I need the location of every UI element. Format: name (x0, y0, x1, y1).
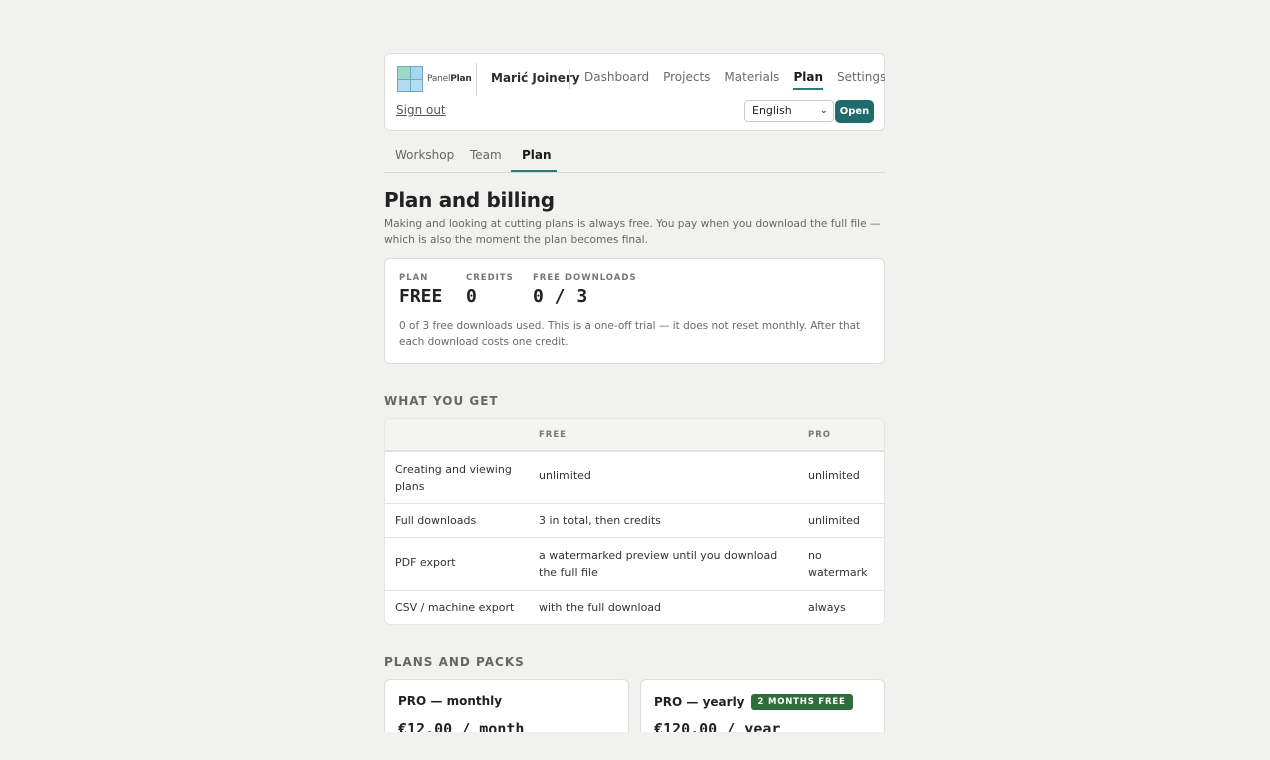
workspace-name: Marić Joinery (491, 71, 580, 85)
cell-pro: always (808, 601, 846, 614)
settings-tabs: Workshop Team Plan (384, 142, 885, 173)
table-header: FREE PRO (385, 419, 884, 451)
plan-card-monthly[interactable]: PRO — monthly €12.00 / month (384, 679, 629, 732)
cell-pro: unlimited (808, 514, 860, 527)
plan-status-card: PLAN FREE CREDITS 0 FREE DOWNLOADS 0 / 3… (384, 258, 885, 364)
cell-feature: PDF export (395, 556, 456, 569)
main-nav: Dashboard Projects Materials Plan Settin… (584, 70, 885, 90)
table-row: CSV / machine export with the full downl… (385, 590, 884, 624)
discount-badge: 2 MONTHS FREE (750, 694, 853, 710)
logo-text: PanelPlan (427, 74, 472, 84)
stat-value: 0 / 3 (533, 286, 588, 307)
nav-materials[interactable]: Materials (724, 70, 779, 90)
cell-free: a watermarked preview until you download… (539, 549, 778, 579)
stat-label: CREDITS (466, 273, 514, 283)
table-row: PDF export a watermarked preview until y… (385, 537, 884, 590)
tab-team[interactable]: Team (470, 148, 502, 162)
language-value: English (752, 104, 792, 117)
page-title: Plan and billing (384, 188, 555, 212)
column-header-pro: PRO (808, 430, 832, 440)
plan-title: PRO — monthly (398, 694, 503, 708)
section-heading-plans: PLANS AND PACKS (384, 655, 525, 669)
table-row: Full downloads 3 in total, then credits … (385, 503, 884, 537)
cell-feature: CSV / machine export (395, 601, 515, 614)
cell-free: unlimited (539, 469, 591, 482)
divider (569, 69, 570, 89)
nav-plan[interactable]: Plan (793, 70, 823, 90)
stat-label: PLAN (399, 273, 429, 283)
sign-out-link[interactable]: Sign out (396, 103, 446, 117)
cell-feature: Creating and viewing plans (395, 463, 512, 493)
open-button[interactable]: Open (835, 100, 874, 123)
stat-value: FREE (399, 286, 443, 307)
section-heading-what-you-get: WHAT YOU GET (384, 394, 499, 408)
status-note: 0 of 3 free downloads used. This is a on… (399, 320, 861, 348)
nav-settings[interactable]: Settings (837, 70, 885, 90)
page-intro: Making and looking at cutting plans is a… (384, 218, 881, 246)
chevron-down-icon: ⌄ (819, 105, 828, 116)
active-tab-indicator (511, 170, 557, 172)
cell-pro: no watermark (808, 549, 868, 579)
language-select[interactable]: English ⌄ (744, 100, 834, 122)
divider (476, 63, 477, 96)
plan-card-yearly[interactable]: PRO — yearly 2 MONTHS FREE €120.00 / yea… (640, 679, 885, 732)
stat-label: FREE DOWNLOADS (533, 273, 637, 283)
tab-plan[interactable]: Plan (522, 148, 552, 162)
tab-workshop[interactable]: Workshop (395, 148, 454, 162)
page-container: PanelPlan Marić Joinery Dashboard Projec… (384, 0, 885, 732)
stat-plan: PLAN FREE (399, 273, 442, 307)
plan-title: PRO — yearly (654, 695, 745, 709)
cell-pro: unlimited (808, 469, 860, 482)
plan-price: €120.00 / year (654, 720, 781, 732)
nav-projects[interactable]: Projects (663, 70, 710, 90)
table-row: Creating and viewing plans unlimited unl… (385, 451, 884, 503)
cell-feature: Full downloads (395, 514, 477, 527)
logo[interactable]: PanelPlan (397, 66, 472, 92)
comparison-table: FREE PRO Creating and viewing plans unli… (384, 418, 885, 625)
nav-dashboard[interactable]: Dashboard (584, 70, 649, 90)
stat-credits: CREDITS 0 (466, 273, 514, 307)
plan-price: €12.00 / month (398, 720, 525, 732)
stat-value: 0 (466, 286, 477, 307)
stat-free-downloads: FREE DOWNLOADS 0 / 3 (533, 273, 637, 307)
logo-icon (397, 66, 423, 92)
column-header-free: FREE (539, 430, 567, 440)
top-bar: PanelPlan Marić Joinery Dashboard Projec… (384, 53, 885, 131)
plan-title-row: PRO — yearly 2 MONTHS FREE (654, 694, 853, 710)
cell-free: 3 in total, then credits (539, 514, 661, 527)
cell-free: with the full download (539, 601, 662, 614)
